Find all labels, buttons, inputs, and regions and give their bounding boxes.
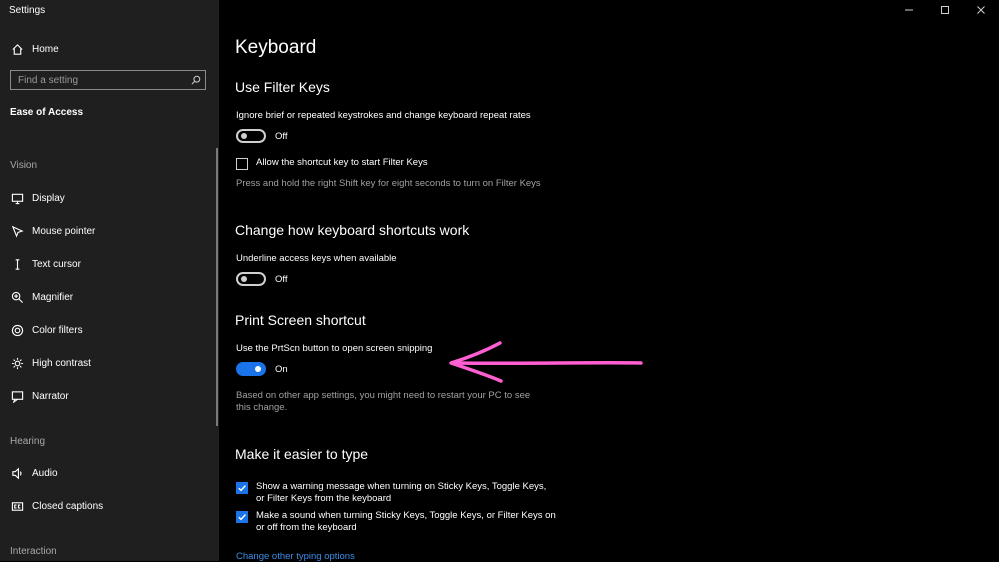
- search-icon[interactable]: [187, 75, 205, 85]
- sidebar-item-label: Audio: [32, 467, 58, 479]
- sidebar-item-label: Color filters: [32, 324, 83, 336]
- filter-keys-heading: Use Filter Keys: [235, 79, 330, 95]
- sidebar-item-display[interactable]: Display: [10, 189, 65, 207]
- change-typing-options-link[interactable]: Change other typing options: [236, 551, 355, 562]
- app-title: Settings: [9, 5, 46, 16]
- filter-keys-description: Ignore brief or repeated keystrokes and …: [236, 110, 531, 121]
- sidebar-item-label: Narrator: [32, 390, 69, 402]
- typing-heading: Make it easier to type: [235, 446, 369, 462]
- sidebar-scrollbar[interactable]: [216, 148, 218, 426]
- shortcuts-heading: Change how keyboard shortcuts work: [235, 222, 470, 238]
- sidebar-item-home[interactable]: Home: [10, 40, 59, 58]
- sidebar-item-mouse-pointer[interactable]: Mouse pointer: [10, 222, 95, 240]
- annotation-arrow: [449, 341, 643, 383]
- print-screen-toggle[interactable]: [236, 362, 266, 376]
- sidebar-item-label: Magnifier: [32, 291, 74, 303]
- sidebar-item-label: High contrast: [32, 357, 91, 369]
- toggle-state-label: On: [275, 363, 288, 375]
- magnifier-icon: [10, 290, 24, 304]
- checkbox-label: Allow the shortcut key to start Filter K…: [256, 157, 428, 168]
- audio-icon: [10, 466, 24, 480]
- checkbox-label: Show a warning message when turning on S…: [256, 481, 547, 504]
- checkmark-icon: [238, 485, 246, 492]
- sidebar-item-closed-captions[interactable]: Closed captions: [10, 497, 103, 515]
- filter-keys-shortcut-option[interactable]: Allow the shortcut key to start Filter K…: [236, 157, 428, 170]
- typing-warning-option[interactable]: Show a warning message when turning on S…: [236, 481, 556, 505]
- typing-sound-option[interactable]: Make a sound when turning Sticky Keys, T…: [236, 510, 556, 534]
- underline-keys-toggle[interactable]: [236, 272, 266, 286]
- sidebar-item-text-cursor[interactable]: Text cursor: [10, 255, 81, 273]
- sidebar-item-magnifier[interactable]: Magnifier: [10, 288, 73, 306]
- warning-message-checkbox[interactable]: [236, 482, 248, 494]
- toggle-state-label: Off: [275, 130, 288, 142]
- closed-captions-icon: [10, 499, 24, 513]
- sidebar-item-color-filters[interactable]: Color filters: [10, 321, 83, 339]
- high-contrast-icon: [10, 356, 24, 370]
- sidebar-item-narrator[interactable]: Narrator: [10, 387, 69, 405]
- toggle-state-label: Off: [275, 273, 288, 285]
- shortcuts-description: Underline access keys when available: [236, 253, 397, 264]
- print-screen-toggle-row: On: [236, 362, 288, 376]
- section-interaction: Interaction: [10, 546, 57, 557]
- page-title: Keyboard: [235, 37, 317, 58]
- sidebar-item-label: Home: [32, 43, 59, 55]
- filter-keys-toggle[interactable]: [236, 129, 266, 143]
- color-filters-icon: [10, 323, 24, 337]
- filter-keys-shortcut-checkbox[interactable]: [236, 158, 248, 170]
- checkbox-label: Make a sound when turning Sticky Keys, T…: [256, 510, 556, 533]
- filter-keys-toggle-row: Off: [236, 129, 288, 143]
- sidebar-item-label: Display: [32, 192, 65, 204]
- sidebar-item-high-contrast[interactable]: High contrast: [10, 354, 91, 372]
- sidebar-item-audio[interactable]: Audio: [10, 464, 58, 482]
- sidebar-item-label: Closed captions: [32, 500, 104, 512]
- sidebar-item-label: Mouse pointer: [32, 225, 96, 237]
- home-icon: [10, 42, 24, 56]
- text-cursor-icon: [10, 257, 24, 271]
- print-screen-note: Based on other app settings, you might n…: [236, 390, 531, 413]
- search-box[interactable]: [10, 70, 206, 90]
- category-title: Ease of Access: [10, 107, 84, 118]
- sound-checkbox[interactable]: [236, 511, 248, 523]
- print-screen-heading: Print Screen shortcut: [235, 312, 366, 328]
- section-vision: Vision: [10, 160, 38, 171]
- underline-keys-toggle-row: Off: [236, 272, 288, 286]
- display-icon: [10, 191, 24, 205]
- mouse-pointer-icon: [10, 224, 24, 238]
- checkmark-icon: [238, 514, 246, 521]
- search-input[interactable]: [11, 70, 187, 90]
- filter-keys-hint: Press and hold the right Shift key for e…: [236, 178, 541, 189]
- main-content: Keyboard Use Filter Keys Ignore brief or…: [235, 0, 999, 562]
- section-hearing: Hearing: [10, 436, 46, 447]
- narrator-icon: [10, 389, 24, 403]
- print-screen-description: Use the PrtScn button to open screen sni…: [236, 343, 433, 354]
- sidebar-item-label: Text cursor: [32, 258, 81, 270]
- sidebar: Settings Home Ease of Access Vision Disp…: [0, 0, 219, 561]
